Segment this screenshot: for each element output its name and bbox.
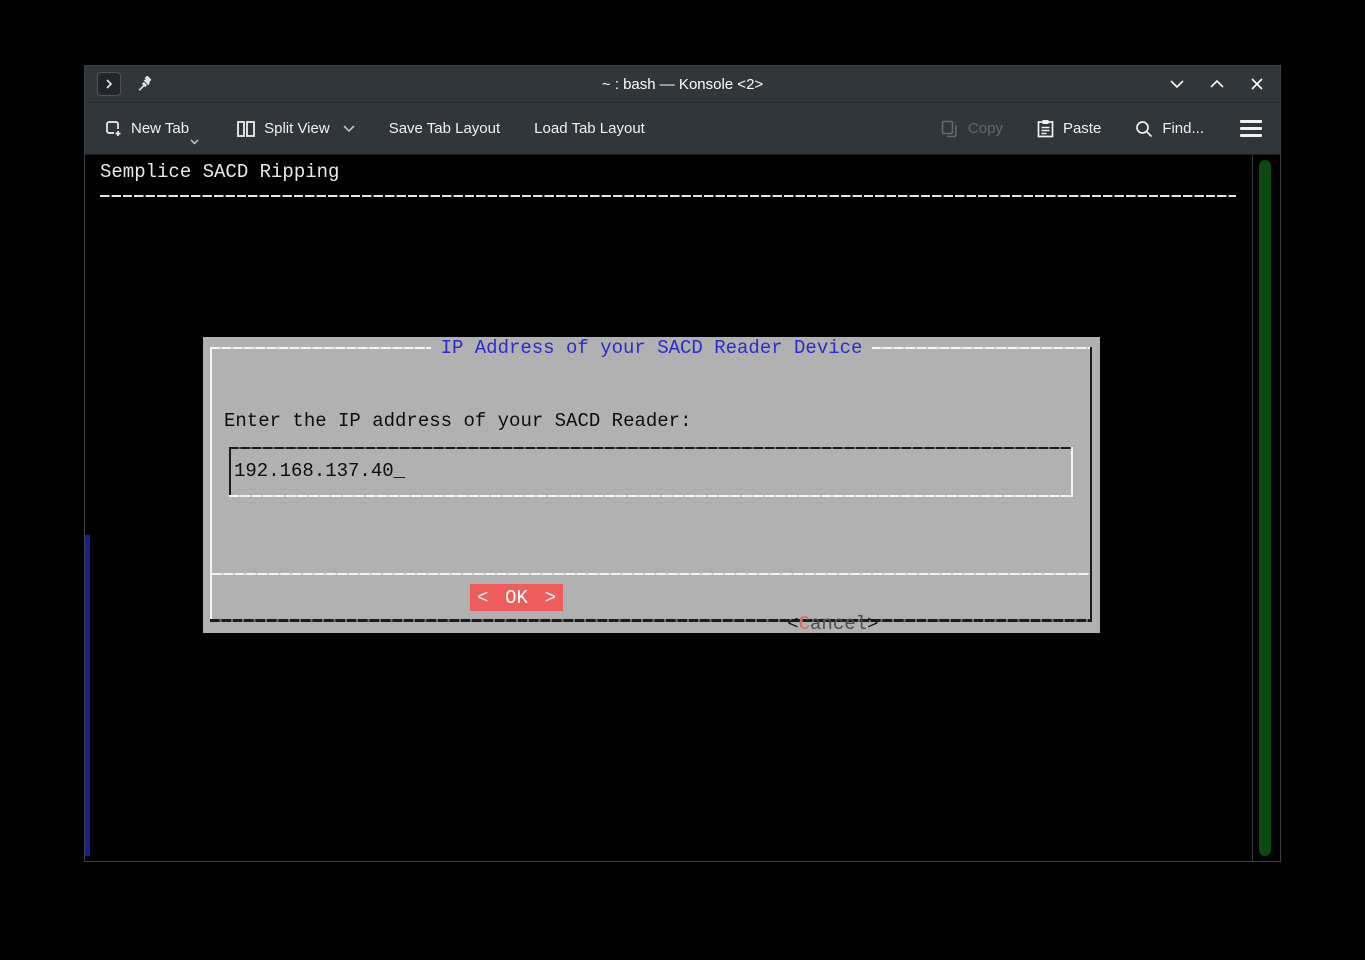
new-tab-dropdown-icon [190,139,199,145]
sacd-ip-dialog: IP Address of your SACD Reader Device En… [203,337,1100,635]
save-tab-layout-label: Save Tab Layout [388,120,501,137]
konsole-window: ~ : bash — Konsole <2> New Tab Split Vie… [84,65,1281,862]
new-tab-label: New Tab [131,120,190,137]
dialog-border-left [210,347,212,622]
load-tab-layout-label: Load Tab Layout [534,120,645,137]
toolbar: New Tab Split View Save Tab Layout Load … [85,103,1280,155]
scrollbar-thumb[interactable] [1259,160,1271,856]
toolbar-right: Copy Paste Find... [909,103,1262,154]
search-icon [1136,120,1153,137]
split-view-button[interactable]: Split View [235,103,357,154]
split-view-icon [237,120,255,137]
new-tab-icon [106,121,121,136]
paste-icon [1037,120,1054,138]
cancel-hotkey: C [798,613,811,635]
save-tab-layout-button[interactable]: Save Tab Layout [387,103,502,154]
script-header: Semplice SACD Ripping [100,161,340,183]
copy-label: Copy [967,120,1003,137]
new-tab-button[interactable]: New Tab [103,103,199,154]
text-cursor: _ [393,460,406,482]
ip-address-input[interactable]: 192.168.137.40_ [229,447,1073,497]
dialog-prompt: Enter the IP address of your SACD Reader… [224,410,692,432]
ok-button[interactable]: < OK > [470,584,563,611]
menu-button[interactable] [1240,120,1262,137]
konsole-app-icon[interactable] [97,72,121,96]
window-controls [1168,66,1266,102]
cancel-button-label: ancel [810,613,868,635]
scrollbar-track-divider [1252,155,1253,861]
find-label: Find... [1162,120,1204,137]
dialog-title: IP Address of your SACD Reader Device [430,337,873,360]
split-view-label: Split View [264,120,330,137]
left-edge-marker [85,535,90,856]
pin-icon[interactable] [137,76,153,92]
copy-icon [941,120,957,137]
titlebar: ~ : bash — Konsole <2> [85,66,1280,103]
dialog-border-right [1090,347,1092,622]
find-button[interactable]: Find... [1133,103,1206,154]
ok-button-label: OK [505,586,528,609]
maximize-button[interactable] [1208,75,1226,93]
copy-button[interactable]: Copy [939,103,1005,154]
terminal-screen[interactable]: Semplice SACD Ripping IP Address of your… [85,155,1280,861]
window-title: ~ : bash — Konsole <2> [601,75,764,93]
load-tab-layout-button[interactable]: Load Tab Layout [532,103,647,154]
dialog-border-bottom [210,619,1092,622]
close-button[interactable] [1248,75,1266,93]
split-view-dropdown-icon [343,125,355,132]
prompt-chevron-icon [106,79,113,89]
ip-address-value: 192.168.137.40_ [234,460,406,482]
button-separator-line [212,573,1090,575]
minimize-button[interactable] [1168,75,1186,93]
cancel-button[interactable]: <Cancel> [696,584,878,635]
paste-button[interactable]: Paste [1035,103,1103,154]
paste-label: Paste [1062,120,1102,137]
separator-line [100,195,1236,197]
